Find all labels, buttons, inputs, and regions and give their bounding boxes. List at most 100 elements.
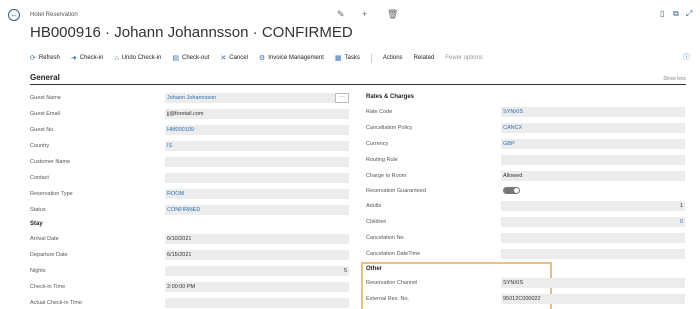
external-res-no-field[interactable]: 95012C000022 [501, 294, 685, 304]
reservation-guaranteed-row: Reservation Guaranteed [366, 186, 426, 196]
currency-field[interactable]: GBP [501, 139, 685, 149]
cancelation-datetime-label: Cancelation DateTime [366, 251, 421, 257]
routing-rule-field[interactable] [501, 155, 685, 165]
cancelation-datetime-row: Cancelation DateTime [366, 249, 420, 259]
nights-row: Nights [30, 266, 46, 276]
children-field[interactable]: 0 [501, 217, 685, 227]
undo-icon: ⌂ [114, 54, 119, 62]
add-icon[interactable]: + [362, 9, 367, 19]
status-field[interactable]: CONFIRMED [165, 205, 349, 215]
check-out-button[interactable]: ▤ Check-out [172, 55, 209, 62]
expand-icon[interactable]: ⤢ [686, 9, 692, 19]
refresh-button[interactable]: ⟳ Refresh [30, 55, 60, 62]
edit-icon[interactable]: ✎ [337, 9, 345, 20]
other-subheading: Other [366, 266, 383, 272]
cancellation-policy-field[interactable]: CANCX [501, 123, 685, 133]
invoice-icon: ⚙ [258, 54, 266, 62]
departure-date-row: Departure Date [30, 250, 68, 260]
charge-to-room-field[interactable]: Allowed [501, 171, 685, 181]
guest-no-label: Guest No. [30, 127, 55, 133]
contact-field[interactable] [165, 173, 349, 183]
guest-name-row: Guest Name [30, 93, 61, 103]
guest-no-row: Guest No. [30, 125, 55, 135]
children-row: Children [366, 217, 386, 227]
arrival-date-row: Arrival Date [30, 234, 59, 244]
actions-menu[interactable]: Actions [383, 55, 403, 61]
rate-code-row: Rate Code [366, 107, 392, 117]
refresh-icon: ⟳ [30, 54, 36, 62]
reservation-channel-row: Reservation Channel [366, 278, 417, 288]
cancellation-policy-label: Cancellation Policy [366, 125, 413, 131]
reservation-guaranteed-label: Reservation Guaranteed [366, 188, 426, 194]
check-in-button[interactable]: ➜ Check-in [71, 55, 104, 62]
reservation-channel-field[interactable]: SYNXIS [501, 278, 685, 288]
rate-code-field[interactable]: SYNXIS [501, 107, 685, 117]
guest-email-label: Guest Email [30, 111, 60, 117]
invoice-management-label: Invoice Management [268, 55, 324, 61]
actual-check-in-time-field[interactable] [165, 298, 349, 308]
children-label: Children [366, 219, 387, 225]
related-menu[interactable]: Related [414, 55, 435, 61]
guest-name-label: Guest Name [30, 95, 61, 101]
contact-label: Contact [30, 175, 49, 181]
routing-rule-row: Routing Rule [366, 155, 398, 165]
country-field[interactable]: IS [165, 141, 349, 151]
page-title: HB000916 · Johann Johannsson · CONFIRMED [30, 24, 353, 41]
guest-email-field[interactable]: jj@foretail.com [165, 109, 349, 119]
cancelation-no-label: Cancelation No. [366, 235, 406, 241]
invoice-management-button[interactable]: ⚙ Invoice Management [259, 55, 324, 62]
adults-field[interactable]: 1 [501, 201, 685, 211]
undo-check-in-label: Undo Check-in [121, 55, 162, 61]
guest-email-row: Guest Email [30, 109, 60, 119]
adults-row: Adults [366, 201, 381, 211]
reservation-type-field[interactable]: ROOM [165, 189, 349, 199]
reservation-type-row: Reservation Type [30, 189, 73, 199]
country-row: Country [30, 141, 49, 151]
rate-code-label: Rate Code [366, 109, 393, 115]
open-new-window-icon[interactable]: ⧉ [673, 9, 679, 19]
reservation-guaranteed-toggle[interactable] [503, 187, 520, 194]
guest-no-field[interactable]: HM000109 [165, 125, 349, 135]
nights-label: Nights [30, 268, 46, 274]
cancel-icon: ✕ [220, 54, 227, 62]
departure-date-field[interactable]: 6/15/2021 [165, 250, 349, 260]
section-divider [30, 84, 686, 85]
customer-name-field[interactable] [165, 157, 349, 167]
actual-check-in-time-label: Actual Check-in Time [30, 300, 82, 306]
fewer-options-button[interactable]: Fewer options [445, 55, 483, 61]
guest-name-field[interactable]: Johann Johannsson [165, 93, 335, 103]
country-label: Country [30, 143, 50, 149]
external-res-no-row: External Res. No. [366, 294, 409, 304]
back-button[interactable]: ← [8, 9, 20, 21]
nights-field[interactable]: 5 [165, 266, 349, 276]
stay-subheading: Stay [30, 221, 43, 227]
check-in-time-field[interactable]: 2:00:00 PM [165, 282, 349, 292]
guest-name-lookup-button[interactable]: ··· [335, 93, 349, 103]
reservation-channel-label: Reservation Channel [366, 280, 418, 286]
cancelation-datetime-field[interactable] [501, 249, 685, 259]
customer-name-row: Customer Name [30, 157, 70, 167]
external-res-no-label: External Res. No. [366, 296, 410, 302]
tasks-button[interactable]: ▦ Tasks [335, 55, 360, 62]
personalize-icon[interactable]: ⓘ [683, 52, 690, 62]
tasks-icon: ▦ [334, 54, 342, 62]
arrival-date-label: Arrival Date [30, 236, 59, 242]
check-out-icon: ▤ [172, 54, 179, 62]
check-in-time-row: Check-in Time [30, 282, 65, 292]
cancel-button[interactable]: ✕ Cancel [220, 55, 248, 62]
show-less-link[interactable]: Show less [663, 76, 686, 82]
bookmark-icon[interactable]: ▯ [660, 9, 664, 18]
cancelation-no-field[interactable] [501, 233, 685, 243]
rates-subheading: Rates & Charges [366, 94, 415, 100]
refresh-label: Refresh [38, 55, 60, 61]
actual-check-in-time-row: Actual Check-in Time [30, 298, 82, 308]
cancellation-policy-row: Cancellation Policy [366, 123, 412, 133]
cancel-label: Cancel [229, 55, 248, 61]
undo-check-in-button[interactable]: ⌂ Undo Check-in [114, 55, 161, 62]
status-label: Status [30, 207, 46, 213]
arrival-date-field[interactable]: 6/10/2021 [165, 234, 349, 244]
general-section-title: General [30, 73, 60, 82]
delete-icon[interactable]: 🗑 [387, 9, 398, 20]
check-out-label: Check-out [182, 55, 210, 61]
cancelation-no-row: Cancelation No. [366, 233, 405, 243]
